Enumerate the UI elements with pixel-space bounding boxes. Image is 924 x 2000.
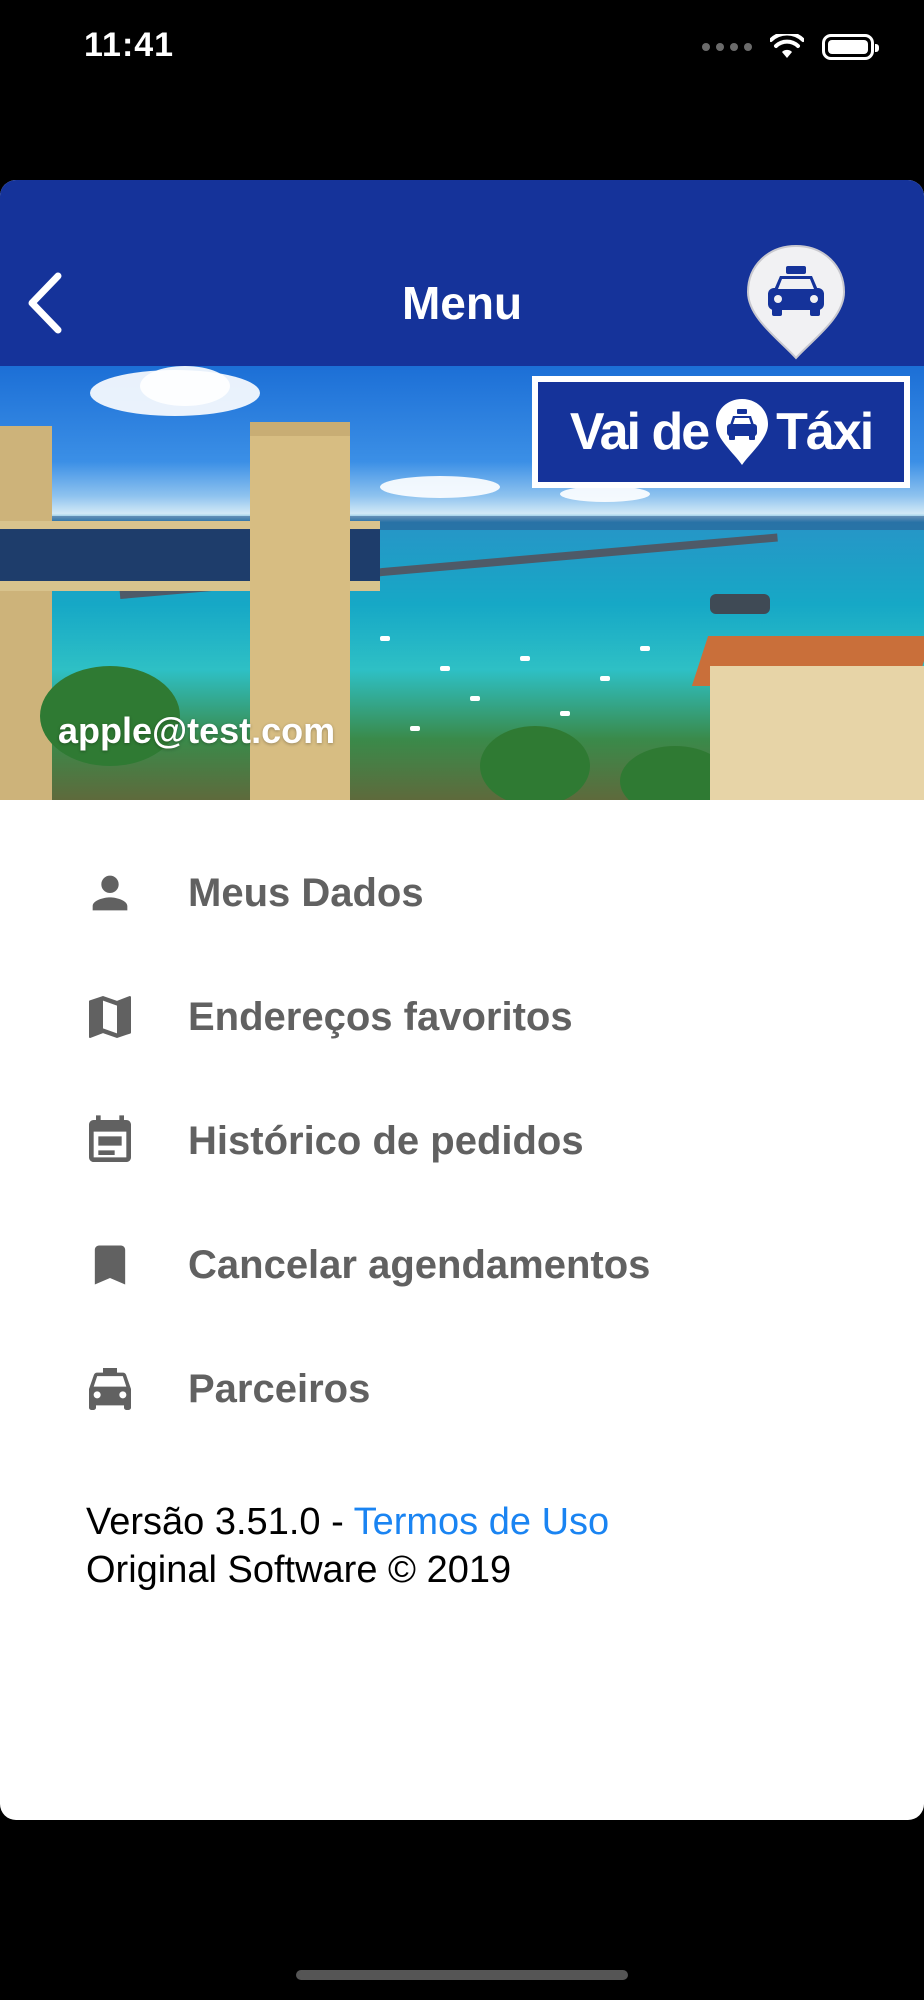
- menu-item-label: Cancelar agendamentos: [188, 1242, 651, 1287]
- copyright-text: Original Software © 2019: [86, 1549, 512, 1591]
- taxi-pin-icon: [746, 244, 846, 360]
- person-icon: [80, 863, 140, 923]
- menu-item-historico-de-pedidos[interactable]: Histórico de pedidos: [0, 1086, 924, 1196]
- user-email: apple@test.com: [58, 710, 336, 751]
- app-footer: Versão 3.51.0 - Termos de Uso Original S…: [86, 1498, 609, 1594]
- status-bar: 11:41: [0, 0, 924, 100]
- wifi-icon: [770, 34, 804, 58]
- menu-item-cancelar-agendamentos[interactable]: Cancelar agendamentos: [0, 1210, 924, 1320]
- taxi-icon: [80, 1359, 140, 1419]
- menu-item-label: Parceiros: [188, 1366, 371, 1411]
- bookmark-icon: [80, 1235, 140, 1295]
- battery-icon: [822, 34, 879, 60]
- menu-item-label: Histórico de pedidos: [188, 1118, 584, 1163]
- home-indicator[interactable]: [296, 1970, 628, 1980]
- menu-sheet: Menu Vai de Táxi apple@test.com Meus Dad…: [0, 180, 924, 1820]
- map-icon: [80, 987, 140, 1047]
- logo-text-right: Táxi: [776, 403, 874, 461]
- status-icons: [702, 34, 879, 60]
- version-line: Versão 3.51.0 - Termos de Uso: [86, 1498, 609, 1546]
- vai-de-taxi-logo: Vai de Táxi: [532, 376, 910, 488]
- logo-taxi-pin-icon: [716, 399, 769, 465]
- status-time: 11:41: [84, 26, 175, 64]
- menu-item-label: Meus Dados: [188, 870, 424, 915]
- menu-item-parceiros[interactable]: Parceiros: [0, 1334, 924, 1444]
- menu-item-enderecos-favoritos[interactable]: Endereços favoritos: [0, 962, 924, 1072]
- terms-of-use-link[interactable]: Termos de Uso: [354, 1501, 610, 1543]
- menu-item-label: Endereços favoritos: [188, 994, 573, 1039]
- nav-header: Menu: [0, 180, 924, 366]
- logo-text-left: Vai de: [569, 403, 710, 461]
- calendar-icon: [80, 1111, 140, 1171]
- menu-item-meus-dados[interactable]: Meus Dados: [0, 838, 924, 948]
- header-banner-photo: Vai de Táxi apple@test.com: [0, 366, 924, 800]
- cellular-signal-icon: [702, 43, 752, 51]
- version-text: Versão 3.51.0 -: [86, 1501, 354, 1543]
